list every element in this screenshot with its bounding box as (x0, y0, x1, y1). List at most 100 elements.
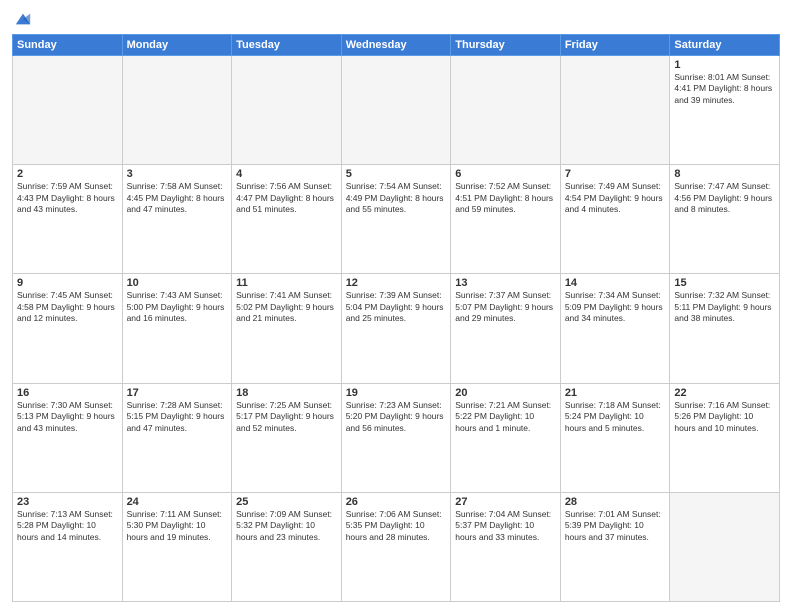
calendar-cell (451, 56, 561, 165)
day-info: Sunrise: 7:32 AM Sunset: 5:11 PM Dayligh… (674, 290, 775, 324)
day-info: Sunrise: 7:34 AM Sunset: 5:09 PM Dayligh… (565, 290, 666, 324)
calendar-cell: 11Sunrise: 7:41 AM Sunset: 5:02 PM Dayli… (232, 274, 342, 383)
logo (12, 10, 32, 28)
calendar-cell (13, 56, 123, 165)
day-number: 22 (674, 387, 775, 399)
calendar-cell: 13Sunrise: 7:37 AM Sunset: 5:07 PM Dayli… (451, 274, 561, 383)
day-number: 25 (236, 496, 337, 508)
calendar-cell: 12Sunrise: 7:39 AM Sunset: 5:04 PM Dayli… (341, 274, 451, 383)
day-number: 10 (127, 277, 228, 289)
day-info: Sunrise: 7:04 AM Sunset: 5:37 PM Dayligh… (455, 509, 556, 543)
calendar-cell: 5Sunrise: 7:54 AM Sunset: 4:49 PM Daylig… (341, 165, 451, 274)
calendar-cell: 7Sunrise: 7:49 AM Sunset: 4:54 PM Daylig… (560, 165, 670, 274)
day-info: Sunrise: 7:47 AM Sunset: 4:56 PM Dayligh… (674, 181, 775, 215)
day-number: 20 (455, 387, 556, 399)
day-info: Sunrise: 7:52 AM Sunset: 4:51 PM Dayligh… (455, 181, 556, 215)
calendar-cell: 19Sunrise: 7:23 AM Sunset: 5:20 PM Dayli… (341, 383, 451, 492)
calendar-cell: 27Sunrise: 7:04 AM Sunset: 5:37 PM Dayli… (451, 492, 561, 601)
calendar-cell: 24Sunrise: 7:11 AM Sunset: 5:30 PM Dayli… (122, 492, 232, 601)
calendar-cell: 20Sunrise: 7:21 AM Sunset: 5:22 PM Dayli… (451, 383, 561, 492)
day-info: Sunrise: 7:30 AM Sunset: 5:13 PM Dayligh… (17, 400, 118, 434)
day-number: 13 (455, 277, 556, 289)
day-number: 7 (565, 168, 666, 180)
calendar-cell: 18Sunrise: 7:25 AM Sunset: 5:17 PM Dayli… (232, 383, 342, 492)
day-info: Sunrise: 7:37 AM Sunset: 5:07 PM Dayligh… (455, 290, 556, 324)
day-info: Sunrise: 7:01 AM Sunset: 5:39 PM Dayligh… (565, 509, 666, 543)
day-info: Sunrise: 7:06 AM Sunset: 5:35 PM Dayligh… (346, 509, 447, 543)
calendar-cell (670, 492, 780, 601)
week-row-4: 16Sunrise: 7:30 AM Sunset: 5:13 PM Dayli… (13, 383, 780, 492)
calendar-cell (232, 56, 342, 165)
day-number: 14 (565, 277, 666, 289)
calendar-cell: 23Sunrise: 7:13 AM Sunset: 5:28 PM Dayli… (13, 492, 123, 601)
calendar-cell: 2Sunrise: 7:59 AM Sunset: 4:43 PM Daylig… (13, 165, 123, 274)
column-header-tuesday: Tuesday (232, 35, 342, 56)
calendar-cell: 14Sunrise: 7:34 AM Sunset: 5:09 PM Dayli… (560, 274, 670, 383)
day-info: Sunrise: 7:59 AM Sunset: 4:43 PM Dayligh… (17, 181, 118, 215)
calendar-cell: 3Sunrise: 7:58 AM Sunset: 4:45 PM Daylig… (122, 165, 232, 274)
day-info: Sunrise: 7:16 AM Sunset: 5:26 PM Dayligh… (674, 400, 775, 434)
week-row-3: 9Sunrise: 7:45 AM Sunset: 4:58 PM Daylig… (13, 274, 780, 383)
day-number: 28 (565, 496, 666, 508)
calendar-cell: 9Sunrise: 7:45 AM Sunset: 4:58 PM Daylig… (13, 274, 123, 383)
calendar-cell (341, 56, 451, 165)
day-info: Sunrise: 8:01 AM Sunset: 4:41 PM Dayligh… (674, 72, 775, 106)
day-info: Sunrise: 7:23 AM Sunset: 5:20 PM Dayligh… (346, 400, 447, 434)
calendar-cell: 21Sunrise: 7:18 AM Sunset: 5:24 PM Dayli… (560, 383, 670, 492)
column-header-friday: Friday (560, 35, 670, 56)
day-info: Sunrise: 7:56 AM Sunset: 4:47 PM Dayligh… (236, 181, 337, 215)
day-number: 21 (565, 387, 666, 399)
day-info: Sunrise: 7:13 AM Sunset: 5:28 PM Dayligh… (17, 509, 118, 543)
calendar-cell: 15Sunrise: 7:32 AM Sunset: 5:11 PM Dayli… (670, 274, 780, 383)
calendar-cell: 25Sunrise: 7:09 AM Sunset: 5:32 PM Dayli… (232, 492, 342, 601)
day-number: 9 (17, 277, 118, 289)
day-number: 4 (236, 168, 337, 180)
day-number: 18 (236, 387, 337, 399)
calendar-cell: 4Sunrise: 7:56 AM Sunset: 4:47 PM Daylig… (232, 165, 342, 274)
day-number: 12 (346, 277, 447, 289)
calendar-cell (122, 56, 232, 165)
day-number: 11 (236, 277, 337, 289)
day-info: Sunrise: 7:18 AM Sunset: 5:24 PM Dayligh… (565, 400, 666, 434)
calendar-page: SundayMondayTuesdayWednesdayThursdayFrid… (0, 0, 792, 612)
calendar-cell (560, 56, 670, 165)
logo-icon (14, 10, 32, 28)
day-info: Sunrise: 7:45 AM Sunset: 4:58 PM Dayligh… (17, 290, 118, 324)
calendar-header-row: SundayMondayTuesdayWednesdayThursdayFrid… (13, 35, 780, 56)
week-row-2: 2Sunrise: 7:59 AM Sunset: 4:43 PM Daylig… (13, 165, 780, 274)
calendar-cell: 26Sunrise: 7:06 AM Sunset: 5:35 PM Dayli… (341, 492, 451, 601)
calendar-cell: 22Sunrise: 7:16 AM Sunset: 5:26 PM Dayli… (670, 383, 780, 492)
calendar-cell: 28Sunrise: 7:01 AM Sunset: 5:39 PM Dayli… (560, 492, 670, 601)
day-number: 8 (674, 168, 775, 180)
calendar-table: SundayMondayTuesdayWednesdayThursdayFrid… (12, 34, 780, 602)
day-info: Sunrise: 7:09 AM Sunset: 5:32 PM Dayligh… (236, 509, 337, 543)
header (12, 10, 780, 28)
column-header-monday: Monday (122, 35, 232, 56)
day-number: 2 (17, 168, 118, 180)
calendar-cell: 16Sunrise: 7:30 AM Sunset: 5:13 PM Dayli… (13, 383, 123, 492)
day-number: 19 (346, 387, 447, 399)
day-number: 6 (455, 168, 556, 180)
day-info: Sunrise: 7:21 AM Sunset: 5:22 PM Dayligh… (455, 400, 556, 434)
day-info: Sunrise: 7:39 AM Sunset: 5:04 PM Dayligh… (346, 290, 447, 324)
calendar-cell: 10Sunrise: 7:43 AM Sunset: 5:00 PM Dayli… (122, 274, 232, 383)
day-info: Sunrise: 7:54 AM Sunset: 4:49 PM Dayligh… (346, 181, 447, 215)
day-info: Sunrise: 7:11 AM Sunset: 5:30 PM Dayligh… (127, 509, 228, 543)
calendar-cell: 6Sunrise: 7:52 AM Sunset: 4:51 PM Daylig… (451, 165, 561, 274)
column-header-wednesday: Wednesday (341, 35, 451, 56)
column-header-thursday: Thursday (451, 35, 561, 56)
day-number: 23 (17, 496, 118, 508)
day-number: 27 (455, 496, 556, 508)
day-info: Sunrise: 7:58 AM Sunset: 4:45 PM Dayligh… (127, 181, 228, 215)
calendar-cell: 8Sunrise: 7:47 AM Sunset: 4:56 PM Daylig… (670, 165, 780, 274)
day-number: 26 (346, 496, 447, 508)
column-header-saturday: Saturday (670, 35, 780, 56)
column-header-sunday: Sunday (13, 35, 123, 56)
day-info: Sunrise: 7:43 AM Sunset: 5:00 PM Dayligh… (127, 290, 228, 324)
day-number: 24 (127, 496, 228, 508)
day-info: Sunrise: 7:41 AM Sunset: 5:02 PM Dayligh… (236, 290, 337, 324)
day-number: 3 (127, 168, 228, 180)
day-number: 15 (674, 277, 775, 289)
calendar-cell: 17Sunrise: 7:28 AM Sunset: 5:15 PM Dayli… (122, 383, 232, 492)
calendar-cell: 1Sunrise: 8:01 AM Sunset: 4:41 PM Daylig… (670, 56, 780, 165)
